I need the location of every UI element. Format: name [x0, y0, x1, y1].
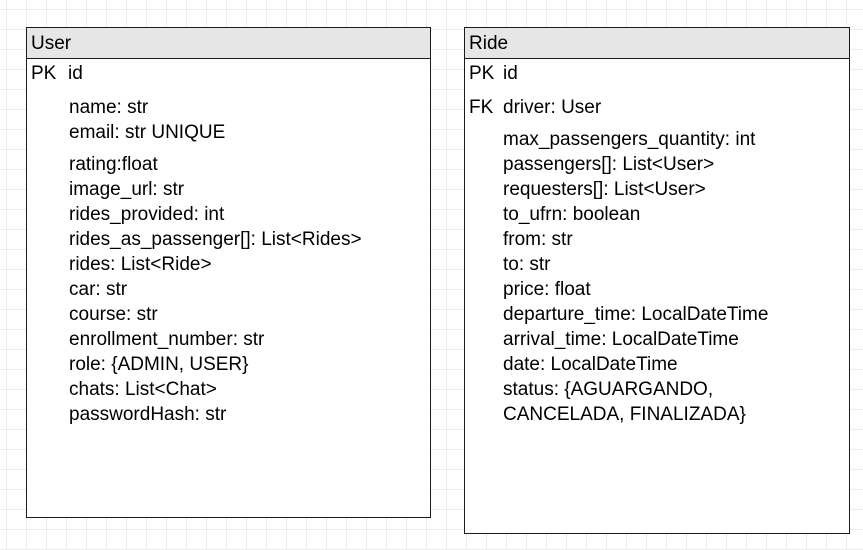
user-field: enrollment_number: str	[69, 329, 265, 350]
user-field: role: {ADMIN, USER}	[69, 354, 249, 375]
user-field: rides_as_passenger[]: List<Rides>	[69, 229, 362, 250]
ride-field: requesters[]: List<User>	[503, 179, 706, 200]
user-field: chats: List<Chat>	[69, 379, 217, 400]
fk-label: FK	[469, 97, 494, 118]
user-field: image_url: str	[69, 179, 185, 200]
ride-field: price: float	[503, 279, 591, 300]
user-pk-name: id	[68, 63, 83, 84]
pk-label: PK	[31, 63, 57, 84]
ride-field: status: {AGUARGANDO,	[503, 379, 714, 400]
ride-entity[interactable]: Ride PK id FK driver: User max_passenger…	[464, 27, 850, 534]
user-fields-group-1: name: str email: str UNIQUE	[69, 95, 225, 145]
ride-fields: max_passengers_quantity: int passengers[…	[503, 127, 768, 427]
ride-field: from: str	[503, 229, 573, 250]
user-field: passwordHash: str	[69, 404, 227, 425]
ride-field: max_passengers_quantity: int	[503, 129, 756, 150]
user-entity-title: User	[27, 28, 430, 59]
ride-field: passengers[]: List<User>	[503, 154, 715, 175]
user-entity[interactable]: User PK id name: str email: str UNIQUE r…	[26, 27, 431, 518]
user-field: course: str	[69, 304, 158, 325]
ride-field: CANCELADA, FINALIZADA}	[503, 404, 746, 425]
ride-field: to: str	[503, 254, 551, 275]
ride-field: departure_time: LocalDateTime	[503, 304, 769, 325]
ride-pk-name: id	[503, 63, 518, 84]
user-field: rides: List<Ride>	[69, 254, 212, 275]
user-field: rides_provided: int	[69, 204, 225, 225]
user-fields-group-2: rating:float image_url: str rides_provid…	[69, 152, 362, 427]
user-field: name: str	[69, 97, 149, 118]
ride-field: date: LocalDateTime	[503, 354, 678, 375]
ride-fk-name: driver: User	[503, 97, 602, 118]
pk-label: PK	[469, 63, 495, 84]
ride-entity-title: Ride	[465, 28, 849, 59]
user-field: rating:float	[69, 154, 158, 175]
user-field: car: str	[69, 279, 128, 300]
ride-field: to_ufrn: boolean	[503, 204, 641, 225]
user-field: email: str UNIQUE	[69, 122, 226, 143]
ride-field: arrival_time: LocalDateTime	[503, 329, 739, 350]
